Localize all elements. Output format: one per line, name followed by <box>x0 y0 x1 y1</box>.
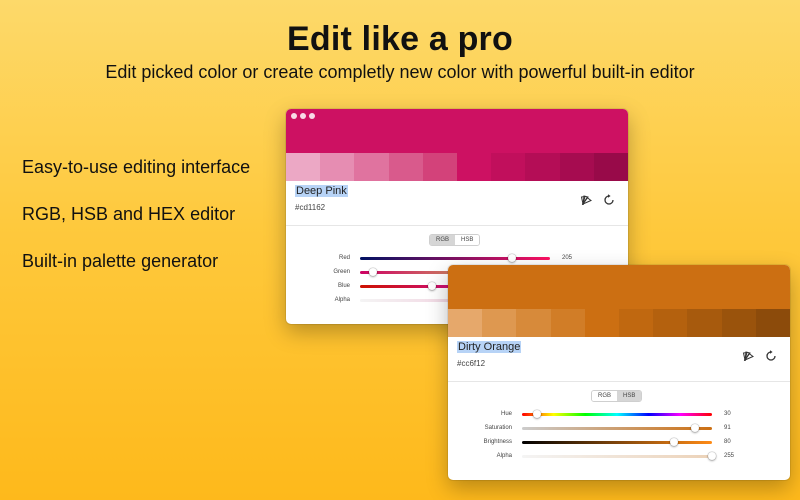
slider-track[interactable] <box>522 410 712 418</box>
palette-swatch[interactable] <box>721 309 756 337</box>
palette-swatch[interactable] <box>422 153 458 181</box>
color-hex-value[interactable]: #cc6f12 <box>457 359 485 368</box>
color-preview-header <box>448 265 790 309</box>
slider-track[interactable] <box>522 424 712 432</box>
slider-label: Green <box>333 269 350 275</box>
slider-track[interactable] <box>360 254 550 262</box>
slider-knob[interactable] <box>533 410 542 418</box>
palette-swatch[interactable] <box>388 153 423 181</box>
palette-swatch[interactable] <box>491 153 526 181</box>
color-name-field[interactable]: Dirty Orange <box>457 341 522 353</box>
slider-label: Red <box>338 255 350 261</box>
tab-hsb[interactable]: HSB <box>455 235 480 245</box>
color-info: Deep Pink #cd1162 <box>286 181 628 226</box>
slider-knob[interactable] <box>690 424 699 432</box>
minimize-window-button[interactable] <box>300 113 306 119</box>
color-preview-header <box>286 109 628 153</box>
slider-knob[interactable] <box>508 254 516 262</box>
palette-swatch[interactable] <box>448 309 483 337</box>
slider-row-alpha: Alpha 255 <box>448 450 790 464</box>
slider-knob[interactable] <box>369 268 378 276</box>
slider-knob[interactable] <box>708 452 716 460</box>
slider-row-saturation: Saturation 91 <box>448 422 790 436</box>
palette-swatch[interactable] <box>320 153 355 181</box>
slider-label: Hue <box>500 411 512 417</box>
mode-segmented-control: RGB HSB <box>591 390 643 402</box>
slider-label: Alpha <box>496 453 512 459</box>
color-editor-window-dirty-orange: Dirty Orange #cc6f12 RGB HSB Hue 30 Satura… <box>448 265 790 480</box>
window-controls <box>291 113 315 119</box>
reset-icon[interactable] <box>602 193 616 207</box>
slider-value: 30 <box>724 411 731 417</box>
reset-icon[interactable] <box>764 349 778 363</box>
slider-value: 80 <box>724 439 731 445</box>
palette-swatch[interactable] <box>687 309 722 337</box>
palette-fan-icon[interactable] <box>580 193 594 207</box>
palette-swatch[interactable] <box>755 309 790 337</box>
slider-label: Saturation <box>484 425 512 431</box>
feature-item: Easy-to-use editing interface <box>22 157 251 177</box>
mode-segmented-control: RGB HSB <box>429 234 481 246</box>
palette-swatch[interactable] <box>593 153 628 181</box>
palette-swatch[interactable] <box>619 309 654 337</box>
feature-item: Built-in palette generator <box>22 251 219 271</box>
palette-swatch[interactable] <box>482 309 517 337</box>
palette-swatch[interactable] <box>653 309 688 337</box>
slider-label: Alpha <box>334 297 350 303</box>
palette-strip <box>286 153 628 181</box>
slider-value: 205 <box>562 255 573 261</box>
palette-swatch[interactable] <box>559 153 594 181</box>
feature-list: Easy-to-use editing interface RGB, HSB a… <box>22 156 262 297</box>
palette-swatch[interactable] <box>286 153 321 181</box>
tab-hsb[interactable]: HSB <box>617 391 642 401</box>
slider-knob[interactable] <box>428 282 437 290</box>
tab-rgb[interactable]: RGB <box>592 391 618 401</box>
slider-knob[interactable] <box>670 438 678 446</box>
slider-row-red: Red 205 <box>286 252 628 266</box>
slider-row-hue: Hue 30 <box>448 408 790 422</box>
palette-swatch[interactable] <box>457 153 492 181</box>
slider-label: Brightness <box>483 439 512 445</box>
headline: Edit like a pro <box>287 20 513 58</box>
palette-swatch[interactable] <box>550 309 585 337</box>
palette-swatch[interactable] <box>584 309 620 337</box>
slider-track[interactable] <box>522 438 712 446</box>
palette-strip <box>448 309 790 337</box>
palette-swatch[interactable] <box>354 153 389 181</box>
zoom-window-button[interactable] <box>309 113 315 119</box>
color-hex-value[interactable]: #cd1162 <box>295 203 325 212</box>
tab-rgb[interactable]: RGB <box>430 235 456 245</box>
palette-swatch[interactable] <box>516 309 551 337</box>
palette-swatch[interactable] <box>525 153 560 181</box>
feature-item: RGB, HSB and HEX editor <box>22 204 236 224</box>
slider-value: 91 <box>724 425 731 431</box>
close-window-button[interactable] <box>291 113 297 119</box>
slider-row-brightness: Brightness 80 <box>448 436 790 450</box>
slider-value: 255 <box>724 453 735 459</box>
slider-track[interactable] <box>522 452 716 460</box>
slider-rows: Hue 30 Saturation 91 Brightness 80 Alpha 255 <box>448 408 790 464</box>
slider-label: Blue <box>337 283 350 289</box>
color-name-field[interactable]: Deep Pink <box>295 185 348 197</box>
color-info: Dirty Orange #cc6f12 <box>448 337 790 382</box>
subheadline: Edit picked color or create completly ne… <box>105 62 695 82</box>
palette-fan-icon[interactable] <box>742 349 756 363</box>
